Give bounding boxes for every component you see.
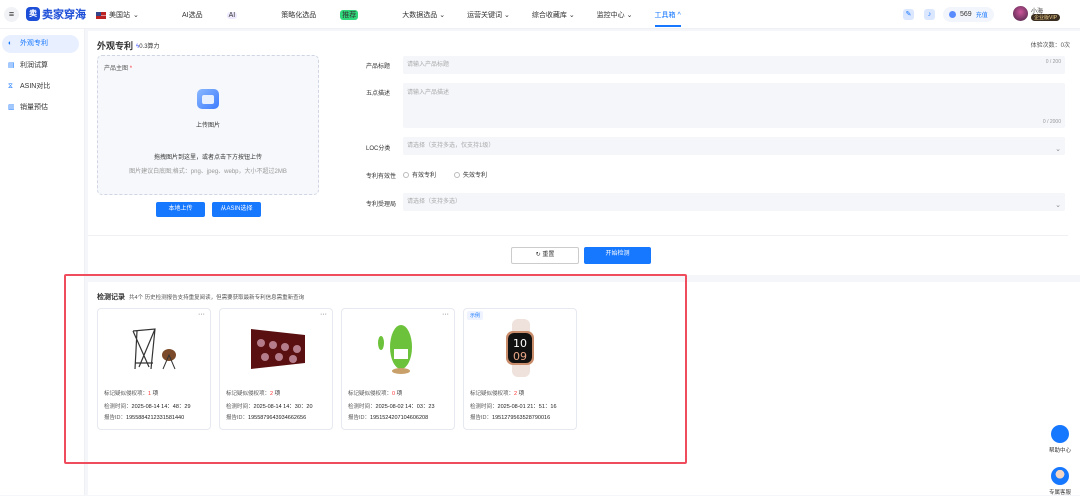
office-select[interactable]: 请选择（支持多选） ⌄ xyxy=(403,193,1065,211)
divider xyxy=(88,235,1068,236)
main-nav: AI选品 AI 策略化选品 推荐 大数据选品 ⌄ 运营关键词 ⌄ 综合收藏库 ⌄ 监… xyxy=(182,10,703,27)
trial-count: 体验次数：0次 xyxy=(1030,43,1070,49)
site-selector[interactable]: 美国站 ⌄ xyxy=(96,10,139,20)
office-label: 专利受理局 xyxy=(366,202,397,208)
start-detect-button[interactable]: 开始检测 xyxy=(584,247,651,264)
format-hint: 图片建议白底图;格式：png、jpeg、webp，大小不超过2MB xyxy=(129,169,287,175)
points-pill[interactable]: 569 充值 xyxy=(943,7,994,22)
local-upload-button[interactable]: 本地上传 xyxy=(156,202,205,217)
drop-hint: 拖拽图片到这里，或者点击下方按钮上传 xyxy=(153,155,262,161)
nav-keywords[interactable]: 运营关键词 ⌄ xyxy=(467,10,510,20)
invalid-patent-checkbox[interactable]: 失效专利 xyxy=(454,170,487,179)
avatar[interactable] xyxy=(1013,6,1028,21)
menu-icon[interactable]: ≡ xyxy=(4,7,19,22)
power-cost: ϟ0.3算力 xyxy=(136,44,160,50)
title-input[interactable]: 请输入产品标题 0 / 200 xyxy=(403,56,1065,74)
nav-favorites[interactable]: 综合收藏库 ⌄ xyxy=(532,10,575,20)
upload-image-label[interactable]: 上传图片 xyxy=(98,120,318,129)
recharge-link[interactable]: 充值 xyxy=(976,10,988,19)
title-label: 产品标题 xyxy=(366,64,391,70)
page-title: 外观专利 xyxy=(97,41,134,51)
asin-select-button[interactable]: 从ASIN选择 xyxy=(212,202,261,217)
desc-textarea[interactable]: 请输入产品描述 0 / 2000 xyxy=(403,83,1065,128)
us-flag-icon xyxy=(96,11,106,19)
agent-avatar-icon xyxy=(1051,467,1069,485)
nav-monitor[interactable]: 监控中心 ⌄ xyxy=(597,10,633,20)
calculator-icon: ▤ xyxy=(8,62,15,69)
loc-label: LOC分类 xyxy=(366,146,391,152)
notes-icon[interactable]: ✎ xyxy=(903,9,914,20)
sidebar-item-patent[interactable]: ◐ 外观专利 xyxy=(2,35,79,53)
site-label: 美国站 xyxy=(109,12,130,19)
patent-icon: ◐ xyxy=(8,40,13,47)
desc-label: 五点描述 xyxy=(366,91,391,97)
bell-icon[interactable]: ♪ xyxy=(924,9,935,20)
customer-service[interactable]: 专属客服 xyxy=(1047,467,1073,496)
valid-patent-checkbox[interactable]: 有效专利 xyxy=(403,170,436,179)
points-value: 569 xyxy=(960,11,972,18)
nav-strategy[interactable]: 策略化选品 推荐 xyxy=(281,10,380,20)
image-upload-icon xyxy=(197,89,219,109)
nav-tools[interactable]: 工具箱 ^ xyxy=(654,10,681,27)
chevron-down-icon: ⌄ xyxy=(1055,202,1061,209)
vip-badge: 企业版VIP xyxy=(1031,14,1061,21)
nav-ai[interactable]: AI选品 AI xyxy=(182,10,259,20)
logo-text: 卖家穿海 xyxy=(42,9,86,21)
sidebar-item-profit[interactable]: ▤ 利润试算 xyxy=(2,57,79,75)
logo[interactable]: 卖卖家穿海 xyxy=(26,6,86,22)
loc-select[interactable]: 请选择（支持多选，仅支持1级） ⌄ xyxy=(403,137,1065,155)
chevron-down-icon: ⌄ xyxy=(1055,146,1061,153)
sidebar-item-asin[interactable]: ⧖ ASIN对比 xyxy=(2,78,79,96)
highlight-box xyxy=(64,274,687,464)
chevron-down-icon: ⌄ xyxy=(133,12,139,19)
validity-label: 专利有效性 xyxy=(366,174,397,180)
points-icon xyxy=(949,11,956,18)
reset-button[interactable]: ↻ 重置 xyxy=(511,247,579,264)
help-icon xyxy=(1051,425,1069,443)
help-center[interactable]: 帮助中心 xyxy=(1047,425,1073,454)
chart-icon: ▥ xyxy=(8,104,15,111)
nav-bigdata[interactable]: 大数据选品 ⌄ xyxy=(402,10,445,20)
image-dropzone[interactable]: 产品主图 * 上传图片 拖拽图片到这里，或者点击下方按钮上传 图片建议白底图;格… xyxy=(97,55,319,195)
compare-icon: ⧖ xyxy=(8,83,13,90)
sidebar-item-sales[interactable]: ▥ 销量预估 xyxy=(2,99,79,117)
